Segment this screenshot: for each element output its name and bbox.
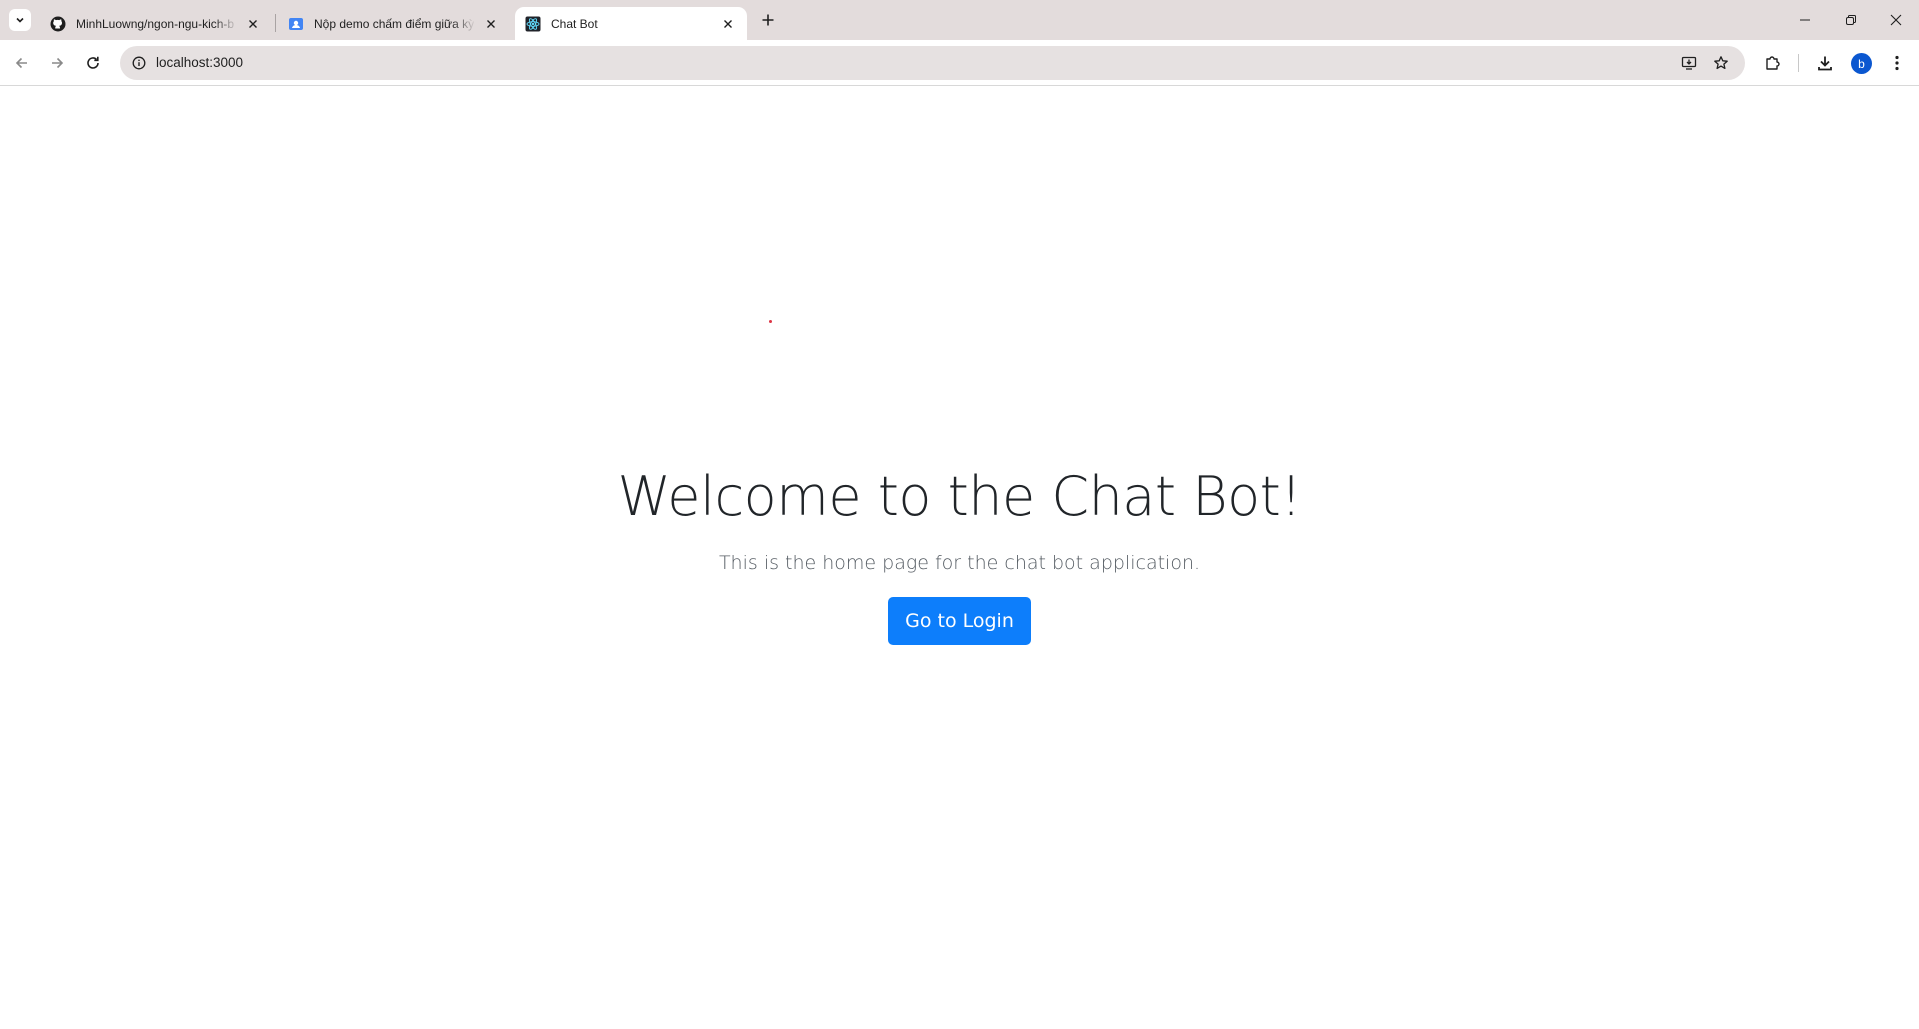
close-window-button[interactable] [1873, 0, 1919, 40]
back-button[interactable] [10, 51, 34, 75]
minimize-icon [1800, 19, 1810, 21]
more-vertical-icon [1895, 55, 1899, 71]
plus-icon [762, 14, 774, 26]
close-icon [1890, 14, 1902, 26]
tab-title: Chat Bot [551, 16, 598, 31]
address-bar[interactable]: localhost:3000 [120, 46, 1745, 80]
reload-button[interactable] [81, 51, 105, 75]
red-dot [769, 320, 772, 323]
forward-button[interactable] [45, 51, 69, 75]
react-icon [525, 16, 541, 32]
site-info-icon[interactable] [130, 54, 148, 72]
extensions-button[interactable] [1762, 52, 1784, 74]
arrow-right-icon [52, 57, 64, 69]
hero-section: Welcome to the Chat Bot! This is the hom… [0, 465, 1919, 645]
bookmark-star-icon[interactable] [1712, 54, 1730, 72]
puzzle-icon [1766, 56, 1780, 70]
tab-classroom[interactable]: Nộp demo chấm điểm giữa kỳ [274, 7, 510, 40]
page-title: Welcome to the Chat Bot! [617, 465, 1302, 528]
page-lead: This is the home page for the chat bot a… [718, 552, 1201, 574]
minimize-button[interactable] [1782, 0, 1828, 40]
install-app-icon[interactable] [1680, 54, 1698, 72]
tab-search-button[interactable] [9, 9, 31, 31]
url-text[interactable]: localhost:3000 [156, 55, 243, 70]
browser-menu-button[interactable] [1886, 52, 1908, 74]
page-content: Welcome to the Chat Bot! This is the hom… [0, 87, 1919, 1029]
close-icon[interactable] [482, 15, 500, 33]
downloads-button[interactable] [1814, 52, 1836, 74]
tab-chat-bot[interactable]: Chat Bot [515, 7, 747, 40]
reload-icon [87, 56, 99, 69]
close-icon[interactable] [244, 15, 262, 33]
browser-toolbar: localhost:3000 b [0, 40, 1919, 86]
tab-title: Nộp demo chấm điểm giữa kỳ [314, 16, 475, 31]
tab-github[interactable]: MinhLuowng/ngon-ngu-kich-b [36, 7, 272, 40]
tab-strip: MinhLuowng/ngon-ngu-kich-b Nộp demo chấm… [0, 0, 1919, 40]
go-to-login-button[interactable]: Go to Login [888, 597, 1031, 645]
new-tab-button[interactable] [757, 9, 779, 31]
close-icon[interactable] [719, 15, 737, 33]
github-icon [50, 16, 66, 32]
chevron-down-icon [16, 17, 24, 23]
restore-icon [1846, 15, 1856, 25]
profile-avatar[interactable]: b [1851, 53, 1872, 74]
restore-button[interactable] [1828, 0, 1874, 40]
toolbar-separator [1798, 54, 1799, 72]
tab-title: MinhLuowng/ngon-ngu-kich-b [76, 16, 235, 31]
classroom-icon [288, 16, 304, 32]
download-icon [1818, 56, 1832, 71]
arrow-left-icon [15, 57, 27, 69]
